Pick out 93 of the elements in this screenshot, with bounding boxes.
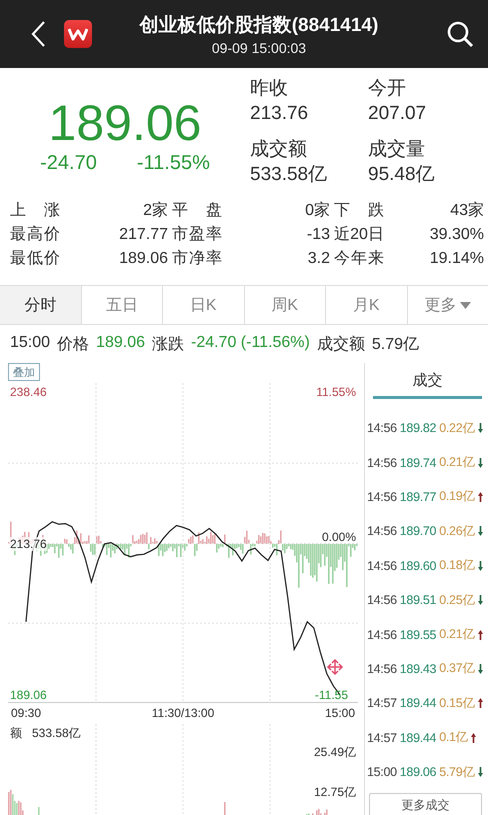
trade-price: 189.82 — [400, 421, 436, 436]
move-icon[interactable] — [326, 658, 344, 676]
trade-time: 14:56 — [367, 558, 397, 573]
volume-label: 额 — [10, 725, 22, 742]
index-title: 创业板低价股指数(8841414) — [140, 14, 378, 38]
stat-value: 213.76 — [250, 102, 310, 126]
back-icon[interactable] — [30, 20, 46, 48]
trade-price: 189.77 — [400, 490, 436, 504]
trade-time: 15:00 — [367, 765, 397, 780]
trade-time: 14:56 — [367, 524, 397, 538]
trade-price: 189.43 — [400, 662, 436, 676]
trade-price: 189.60 — [400, 558, 436, 573]
stat-label: 下 跌 — [334, 201, 384, 221]
trade-price: 189.44 — [400, 696, 436, 710]
trade-amount: 0.1亿 — [439, 729, 468, 746]
stat-label: 今年来 — [334, 248, 384, 269]
stat-label: 成交量 — [368, 138, 426, 162]
price-change: -24.70 — [40, 152, 97, 175]
tick-change: -24.70 (-11.56%) — [190, 334, 310, 353]
tick-time: 15:00 — [10, 334, 50, 353]
trade-amount: 5.79亿 — [439, 764, 476, 781]
stat-label: 最低价 — [10, 249, 60, 269]
volume-axis-label: 12.75亿 — [314, 784, 356, 801]
stat-label: 今开 — [368, 77, 407, 101]
stat-label: 昨收 — [250, 77, 289, 101]
time-axis-label: 11:30/13:00 — [152, 706, 214, 720]
trade-price: 189.06 — [400, 765, 436, 780]
stat-value: 95.48亿 — [368, 162, 436, 186]
stat-label: 上 涨 — [10, 200, 60, 221]
stat-value: 207.07 — [368, 102, 428, 126]
amount-label: 成交额 — [316, 334, 365, 355]
trade-time: 14:56 — [367, 628, 397, 642]
caret-icon — [460, 302, 472, 308]
trade-time: 14:56 — [367, 593, 397, 608]
stat-value: 19.14% — [428, 249, 485, 269]
stat-label: 平 盘 — [172, 201, 222, 221]
trade-amount: 0.21亿 — [439, 454, 476, 472]
stat-value: 43家 — [449, 200, 485, 221]
trade-price: 189.44 — [400, 730, 436, 745]
stat-value: 189.06 — [118, 249, 169, 269]
volume-axis-label: 25.49亿 — [314, 744, 356, 761]
trade-price: 189.55 — [400, 628, 436, 642]
trade-time: 14:56 — [367, 662, 397, 676]
trade-time: 14:56 — [367, 421, 397, 436]
price-axis-label: 238.46 — [10, 385, 47, 399]
trade-time: 14:56 — [367, 490, 397, 504]
stat-label: 市盈率 — [172, 224, 222, 245]
trade-amount: 0.15亿 — [439, 694, 476, 712]
stat-value: 217.77 — [118, 225, 169, 245]
change-label: 涨跌 — [152, 335, 184, 355]
percent-change: -11.55% — [136, 152, 210, 175]
more-trades-button[interactable]: 更多成交 — [369, 793, 482, 815]
stat-value: 0家 — [304, 200, 331, 221]
stat-label: 成交额 — [250, 138, 308, 162]
trade-amount: 0.25亿 — [439, 592, 476, 609]
trade-time: 14:57 — [367, 730, 397, 745]
trade-price: 189.74 — [400, 456, 436, 470]
price-label: 价格 — [57, 335, 90, 355]
trade-amount: 0.22亿 — [439, 420, 476, 437]
trade-amount: 0.37亿 — [439, 660, 476, 678]
trade-time: 14:56 — [367, 456, 397, 470]
stat-label: 近20日 — [334, 224, 384, 245]
trade-amount: 0.19亿 — [439, 488, 476, 506]
time-axis-label: 15:00 — [324, 706, 356, 720]
percent-axis-label: 11.55% — [316, 385, 356, 399]
stat-value: 3.2 — [306, 249, 331, 269]
trade-price: 189.51 — [400, 593, 436, 608]
trade-price: 189.70 — [400, 524, 436, 538]
percent-axis-label: -11.55 — [314, 688, 348, 702]
price-axis-label: 189.06 — [10, 688, 47, 702]
percent-axis-label: 0.00% — [322, 530, 356, 544]
stat-label: 市净率 — [172, 248, 222, 269]
stat-label: 最高价 — [10, 224, 60, 245]
period-tab[interactable]: 分时 — [0, 286, 82, 324]
last-price: 189.06 — [48, 94, 202, 152]
stat-value: 2家 — [142, 200, 169, 221]
app-logo-icon — [64, 20, 92, 48]
price-axis-label: 213.76 — [10, 536, 47, 550]
trades-tab[interactable]: 成交 — [373, 367, 482, 399]
tick-price: 189.06 — [96, 334, 145, 353]
trade-amount: 0.18亿 — [439, 557, 476, 574]
time-axis-label: 09:30 — [10, 706, 42, 720]
trade-time: 14:57 — [367, 696, 397, 710]
tick-amount: 5.79亿 — [372, 335, 419, 355]
update-time: 09-09 15:00:03 — [212, 40, 306, 56]
volume-total: 533.58亿 — [32, 725, 81, 742]
trade-amount: 0.26亿 — [439, 522, 476, 540]
stat-value: 39.30% — [428, 225, 485, 245]
trade-amount: 0.21亿 — [439, 626, 476, 644]
search-icon[interactable] — [446, 20, 474, 48]
stat-value: 533.58亿 — [250, 162, 328, 186]
stat-value: -13 — [306, 225, 331, 245]
overlay-button[interactable]: 叠加 — [8, 363, 40, 381]
